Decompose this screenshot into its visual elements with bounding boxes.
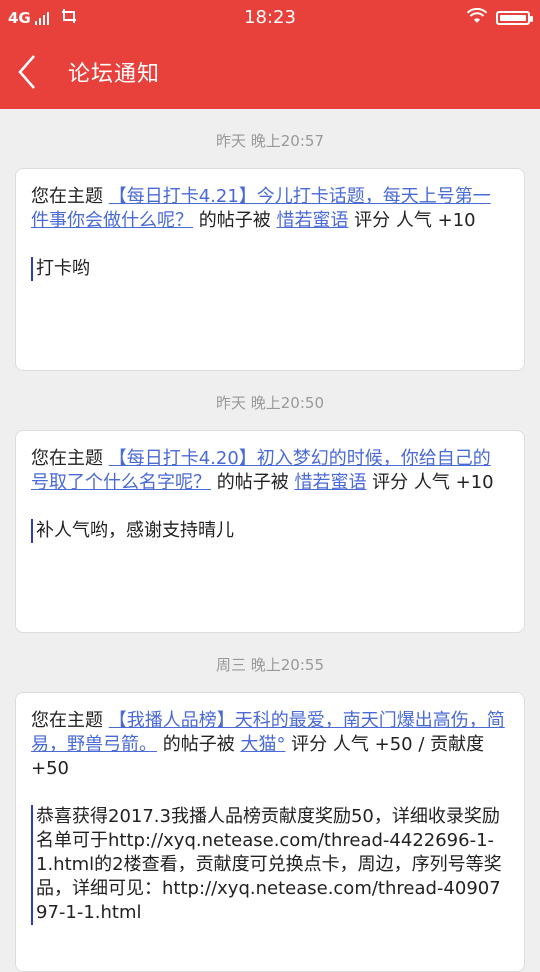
text-prefix: 您在主题 — [31, 186, 109, 207]
timestamp: 昨天 晚上20:57 — [216, 132, 324, 150]
quote-text: 补人气哟，感谢支持晴儿 — [31, 519, 508, 543]
text-middle: 的帖子被 — [193, 210, 277, 231]
notification-card: 您在主题 【我播人品榜】天科的最爱，南天门爆出高伤，简易，野兽弓箭。 的帖子被 … — [15, 692, 525, 972]
text-prefix: 您在主题 — [31, 448, 109, 469]
chevron-left-icon — [18, 55, 35, 89]
notification-text: 您在主题 【每日打卡4.20】初入梦幻的时候，你给自己的号取了个什么名字呢？ 的… — [31, 447, 508, 495]
notification-list: 昨天 晚上20:57 您在主题 【每日打卡4.21】今儿打卡话题，每天上号第一件… — [0, 109, 540, 972]
status-bar: 4G 18:23 — [0, 0, 540, 34]
score-text: 评分 人气 +10 — [348, 210, 476, 231]
text-prefix: 您在主题 — [31, 710, 109, 731]
text-middle: 的帖子被 — [211, 472, 295, 493]
quote-text: 打卡哟 — [31, 257, 508, 281]
clock: 18:23 — [244, 7, 296, 28]
app-header: 论坛通知 — [0, 34, 540, 109]
wifi-icon — [466, 7, 488, 28]
notification-group: 昨天 晚上20:50 您在主题 【每日打卡4.20】初入梦幻的时候，你给自己的号… — [0, 389, 540, 633]
user-link[interactable]: 惜若蜜语 — [294, 472, 366, 493]
text-middle: 的帖子被 — [157, 734, 241, 755]
notification-group: 昨天 晚上20:57 您在主题 【每日打卡4.21】今儿打卡话题，每天上号第一件… — [0, 127, 540, 371]
battery-icon — [496, 11, 533, 25]
back-button[interactable] — [14, 52, 50, 92]
quote-text: 恭喜获得2017.3我播人品榜贡献度奖励50，详细收录奖励名单可于http://… — [31, 805, 508, 925]
notification-text: 您在主题 【每日打卡4.21】今儿打卡话题，每天上号第一件事你会做什么呢？ 的帖… — [31, 185, 508, 233]
battery-fill — [500, 15, 526, 21]
timestamp: 周三 晚上20:55 — [216, 656, 324, 674]
timestamp: 昨天 晚上20:50 — [216, 394, 324, 412]
notification-card: 您在主题 【每日打卡4.21】今儿打卡话题，每天上号第一件事你会做什么呢？ 的帖… — [15, 168, 525, 371]
user-link[interactable]: 大猫° — [240, 734, 285, 755]
notification-text: 您在主题 【我播人品榜】天科的最爱，南天门爆出高伤，简易，野兽弓箭。 的帖子被 … — [31, 709, 508, 781]
notification-card: 您在主题 【每日打卡4.20】初入梦幻的时候，你给自己的号取了个什么名字呢？ 的… — [15, 430, 525, 633]
score-text: 评分 人气 +10 — [366, 472, 494, 493]
notification-group: 周三 晚上20:55 您在主题 【我播人品榜】天科的最爱，南天门爆出高伤，简易，… — [0, 651, 540, 972]
user-link[interactable]: 惜若蜜语 — [276, 210, 348, 231]
page-title: 论坛通知 — [68, 62, 161, 87]
